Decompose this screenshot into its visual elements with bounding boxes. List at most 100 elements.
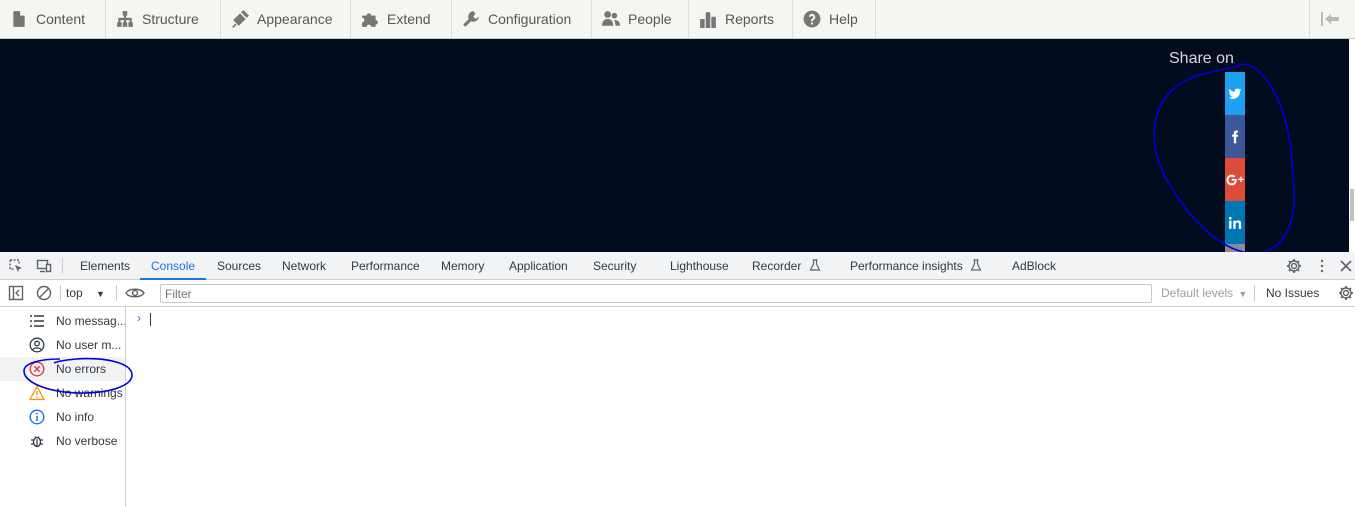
log-levels-dropdown[interactable]: Default levels ▼ xyxy=(1161,280,1247,307)
settings-gear-icon[interactable] xyxy=(1286,258,1302,274)
context-select-value: top xyxy=(66,286,83,300)
twitter-icon xyxy=(1228,88,1242,99)
tab-performance[interactable]: Performance xyxy=(351,252,420,280)
tab-sources[interactable]: Sources xyxy=(217,252,261,280)
chevron-down-icon: ▼ xyxy=(1238,289,1248,299)
console-toolbar: top ▼ Default levels ▼ No Issues xyxy=(0,280,1355,307)
page-scrollbar[interactable] xyxy=(1349,39,1355,252)
console-prompt-chevron-icon: › xyxy=(137,311,141,325)
devtools-tabbar: Elements Console Sources Network Perform… xyxy=(0,252,1355,280)
sidebar-item-label: No warnings xyxy=(56,386,123,400)
linkedin-icon xyxy=(1228,216,1242,229)
console-output[interactable]: › xyxy=(127,307,1355,507)
admin-menu-help[interactable]: Help xyxy=(793,0,876,38)
inspect-element-icon[interactable] xyxy=(8,258,24,274)
help-icon xyxy=(803,10,821,28)
close-devtools-icon[interactable] xyxy=(1338,258,1354,274)
file-icon xyxy=(13,11,25,27)
bug-icon xyxy=(29,433,45,449)
toolbar-separator xyxy=(60,285,61,301)
admin-menu-content[interactable]: Content xyxy=(0,0,106,38)
admin-menu-label: Configuration xyxy=(488,11,572,27)
sidebar-item-label: No errors xyxy=(56,362,107,376)
user-icon xyxy=(29,337,45,353)
admin-menu-structure[interactable]: Structure xyxy=(106,0,221,38)
sidebar-item-messages[interactable]: No messag... xyxy=(0,309,125,333)
tab-adblock[interactable]: AdBlock xyxy=(1012,252,1056,280)
sidebar-item-label: No info xyxy=(56,410,95,424)
tab-separator xyxy=(62,258,63,274)
google-plus-icon xyxy=(1226,174,1244,185)
error-icon xyxy=(29,361,45,377)
tab-network[interactable]: Network xyxy=(282,252,326,280)
admin-menu-label: Reports xyxy=(725,11,775,27)
tab-recorder[interactable]: Recorder xyxy=(752,252,821,280)
console-filter-input[interactable] xyxy=(160,284,1152,303)
sidebar-item-label: No messag... xyxy=(56,314,125,328)
toolbar-collapse-button[interactable] xyxy=(1309,0,1349,38)
sidebar-item-label: No user m... xyxy=(56,338,122,352)
devtools-panel: Elements Console Sources Network Perform… xyxy=(0,252,1355,507)
chevron-down-icon: ▼ xyxy=(96,289,105,299)
page-scrollbar-thumb[interactable] xyxy=(1350,189,1354,221)
admin-menu-label: Structure xyxy=(142,11,199,27)
sidebar-item-user-messages[interactable]: No user m... xyxy=(0,333,125,357)
admin-menu-extend[interactable]: Extend xyxy=(351,0,452,38)
share-twitter-button[interactable] xyxy=(1225,72,1245,115)
tab-application[interactable]: Application xyxy=(509,252,568,280)
toolbar-separator xyxy=(116,285,117,301)
console-settings-gear-icon[interactable] xyxy=(1338,285,1354,301)
sitemap-icon xyxy=(117,11,133,27)
tab-recorder-label: Recorder xyxy=(752,259,802,273)
admin-menu-label: Content xyxy=(36,11,86,27)
tab-elements[interactable]: Elements xyxy=(80,252,130,280)
device-toolbar-icon[interactable] xyxy=(36,258,52,274)
sidebar-item-verbose[interactable]: No verbose xyxy=(0,429,125,453)
sidebar-item-warnings[interactable]: No warnings xyxy=(0,381,125,405)
console-input-caret xyxy=(150,313,151,326)
puzzle-icon xyxy=(362,13,378,27)
tab-memory[interactable]: Memory xyxy=(441,252,484,280)
share-linkedin-button[interactable] xyxy=(1225,201,1245,244)
share-facebook-button[interactable] xyxy=(1225,115,1245,158)
admin-menu-reports[interactable]: Reports xyxy=(689,0,793,38)
log-levels-label: Default levels xyxy=(1161,286,1234,300)
info-icon xyxy=(29,409,45,425)
console-sidebar: No messag... No user m... No errors No w… xyxy=(0,307,126,507)
bar-chart-icon xyxy=(700,12,716,28)
clear-console-icon[interactable] xyxy=(36,285,52,301)
live-expression-eye-icon[interactable] xyxy=(125,285,145,301)
admin-menu-label: Help xyxy=(829,11,858,27)
toolbar-separator xyxy=(1254,285,1255,301)
share-google-plus-button[interactable] xyxy=(1225,158,1245,201)
admin-menu-people[interactable]: People xyxy=(592,0,689,38)
flask-icon xyxy=(970,259,982,271)
context-select[interactable]: top ▼ xyxy=(66,280,105,307)
admin-menu-appearance[interactable]: Appearance xyxy=(221,0,351,38)
admin-toolbar: Content Structure Appearance Extend Conf… xyxy=(0,0,1355,39)
issues-counter[interactable]: No Issues xyxy=(1266,280,1319,307)
facebook-icon xyxy=(1232,130,1239,143)
sidebar-toggle-icon[interactable] xyxy=(8,285,24,301)
paint-icon xyxy=(232,10,249,28)
page-content: Share on xyxy=(0,39,1349,252)
admin-menu-label: Extend xyxy=(387,11,431,27)
wrench-icon xyxy=(463,11,479,27)
flask-icon xyxy=(809,259,821,271)
more-options-icon[interactable] xyxy=(1314,258,1330,274)
share-more-stub xyxy=(1225,244,1245,252)
tab-performance-insights[interactable]: Performance insights xyxy=(850,252,982,280)
share-title: Share on xyxy=(1169,50,1234,67)
collapse-left-icon xyxy=(1320,12,1339,26)
people-icon xyxy=(602,11,620,26)
admin-menu-label: People xyxy=(628,11,672,27)
sidebar-item-info[interactable]: No info xyxy=(0,405,125,429)
tab-console[interactable]: Console xyxy=(140,252,207,280)
tab-security[interactable]: Security xyxy=(593,252,636,280)
tab-performance-insights-label: Performance insights xyxy=(850,259,963,273)
admin-menu-label: Appearance xyxy=(257,11,333,27)
sidebar-item-errors[interactable]: No errors xyxy=(0,357,125,381)
tab-lighthouse[interactable]: Lighthouse xyxy=(670,252,729,280)
admin-menu-configuration[interactable]: Configuration xyxy=(452,0,592,38)
warning-icon xyxy=(28,385,46,401)
